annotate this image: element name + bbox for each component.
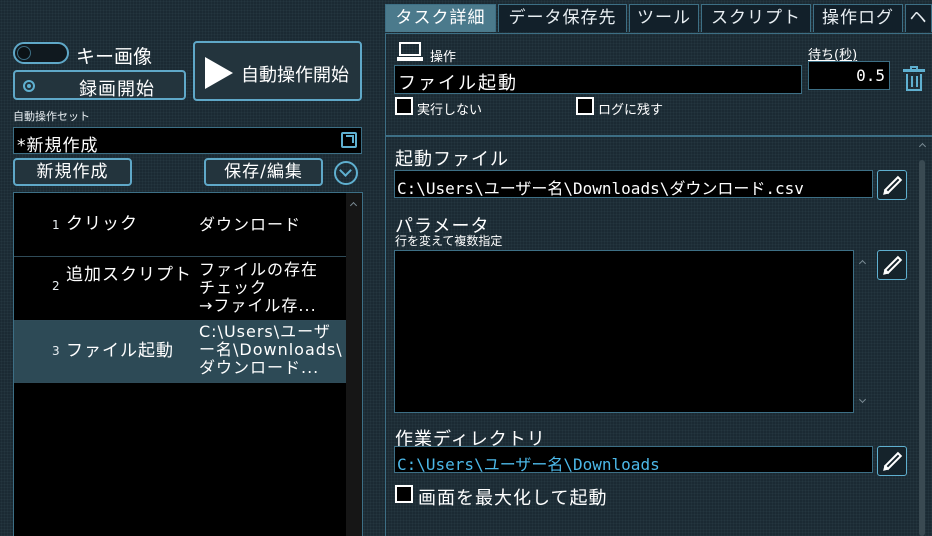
tab-tools[interactable]: ツール [629,4,699,32]
record-start-button[interactable]: 録画開始 [13,70,186,100]
toggle-knob [17,46,31,60]
computer-icon [397,42,423,61]
main-scrollbar-thumb[interactable] [919,160,925,536]
wait-seconds-value: 0.5 [856,66,885,85]
working-directory-input[interactable]: C:\Users\ユーザー名\Downloads [394,446,873,474]
launch-file-edit-button[interactable] [877,170,907,200]
tab-task-detail[interactable]: タスク詳細 [385,4,496,32]
working-directory-value: C:\Users\ユーザー名\Downloads [397,455,660,474]
task-list[interactable]: 1 クリック ダウンロード 2 追加スクリプト ファイルの存在 チェック →ファ… [13,192,363,536]
tab-help[interactable]: ヘ [905,4,932,32]
task-number: 3 [52,344,60,358]
task-row-selected[interactable]: 3 ファイル起動 C:\Users\ユーザ ー名\Downloads\ ダウンロ… [14,321,347,383]
task-number: 2 [52,279,60,293]
parameter-hint: 行を変えて複数指定 [395,234,503,248]
auto-operation-start-button[interactable]: 自動操作開始 [193,41,362,101]
pencil-icon [883,451,903,471]
parameter-edit-button[interactable] [877,250,907,280]
launch-file-value: C:\Users\ユーザー名\Downloads\ダウンロード.csv [397,179,804,198]
launch-file-input[interactable]: C:\Users\ユーザー名\Downloads\ダウンロード.csv [394,170,873,198]
keep-log-label: ログに残す [598,103,664,118]
maximize-label: 画面を最大化して起動 [418,488,608,509]
working-directory-edit-button[interactable] [877,446,907,476]
tab-operation-log[interactable]: 操作ログ [813,4,903,32]
task-row[interactable]: 1 クリック ダウンロード [14,193,347,257]
scroll-up-icon [349,201,358,210]
key-image-toggle[interactable] [13,42,69,64]
pencil-icon [883,175,903,195]
skip-execution-checkbox[interactable] [395,97,413,115]
save-edit-button[interactable]: 保存/編集 [204,158,323,186]
trash-icon[interactable] [903,66,925,92]
task-detail: C:\Users\ユーザ ー名\Downloads\ ダウンロード... [199,323,343,377]
task-detail: ファイルの存在 チェック →ファイル存... [199,261,319,315]
task-name: ファイル起動 [66,341,174,361]
play-icon [205,57,233,89]
wait-seconds-input[interactable]: 0.5 [808,61,890,90]
tab-bar: タスク詳細 データ保存先 ツール スクリプト 操作ログ ヘ [385,4,932,32]
auto-operation-start-label: 自動操作開始 [241,65,349,86]
task-list-scrollbar[interactable] [346,193,362,536]
task-row[interactable]: 2 追加スクリプト ファイルの存在 チェック →ファイル存... [14,257,347,321]
operation-type-value: ファイル起動 [398,73,518,94]
keep-log-checkbox[interactable] [576,97,594,115]
auto-operation-set-caption: 自動操作セット [13,110,90,123]
new-set-button[interactable]: 新規作成 [13,158,132,186]
launch-file-label: 起動ファイル [395,149,509,170]
parameter-textarea[interactable] [394,250,854,413]
skip-execution-label: 実行しない [417,103,483,118]
task-name: クリック [66,214,138,234]
operation-type-field[interactable]: ファイル起動 [394,65,802,94]
operation-label: 操作 [430,50,457,65]
task-detail: ダウンロード [199,216,302,234]
record-radio-icon [23,80,35,92]
tab-data-destination[interactable]: データ保存先 [498,4,627,32]
operation-set-name-field[interactable]: *新規作成 [13,127,362,156]
maximize-checkbox[interactable] [395,485,413,503]
record-start-label: 録画開始 [79,79,155,100]
external-open-icon[interactable] [341,132,357,148]
task-number: 1 [52,218,60,232]
task-name: 追加スクリプト [66,265,192,285]
tab-script[interactable]: スクリプト [701,4,811,32]
operation-set-name-text: *新規作成 [17,136,99,156]
main-scrollbar[interactable] [917,156,927,536]
chevron-down-icon[interactable] [334,161,358,185]
pencil-icon [883,255,903,275]
key-image-label: キー画像 [76,46,153,68]
